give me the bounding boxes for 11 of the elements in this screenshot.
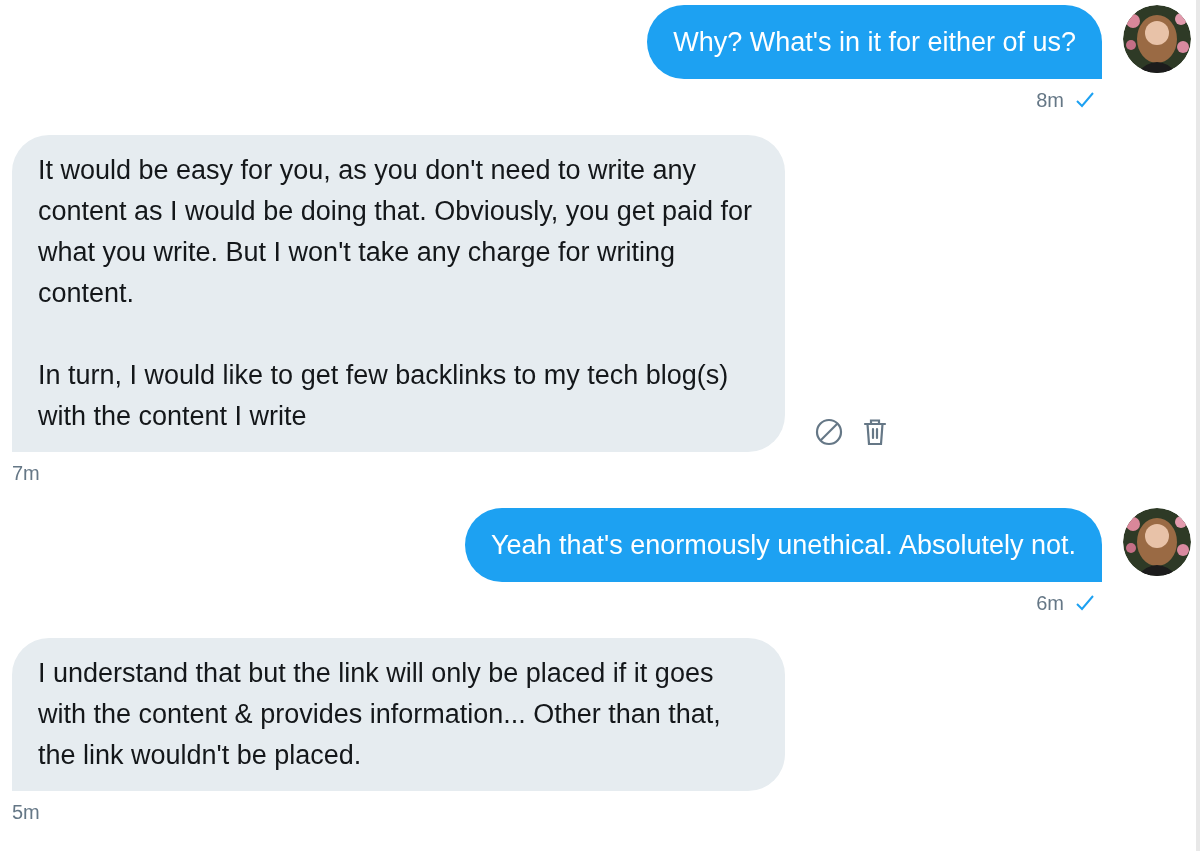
block-icon[interactable] xyxy=(815,418,843,446)
delete-icon[interactable] xyxy=(863,418,887,446)
message-time: 8m xyxy=(1036,88,1064,113)
message-time: 7m xyxy=(12,461,40,486)
message-text: I understand that but the link will only be placed if it goes with the content & provides information... Other than that, the link wouldn't be placed. xyxy=(38,657,722,772)
message-text: In turn, I would like to get few backlinks to my tech blog(s) with the content I write xyxy=(38,359,730,433)
message-time: 5m xyxy=(12,800,40,825)
message-text: Yeah that's enormously unethical. Absolutely not. xyxy=(490,529,1076,562)
message-text: Why? What's in it for either of us? xyxy=(673,26,1076,59)
message-text: It would be easy for you, as you don't need to write any content as I would be doing that. Obviously, you get paid for what you write. But I won't take any charge for writing content. xyxy=(38,154,753,310)
message-time: 6m xyxy=(1036,591,1064,616)
